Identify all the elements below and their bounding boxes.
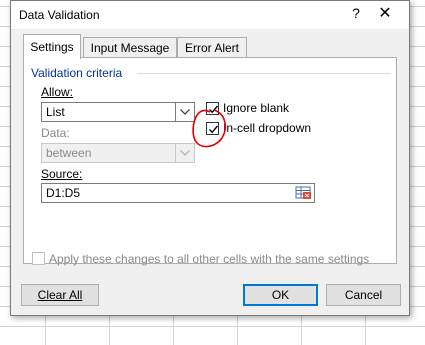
close-icon[interactable]: ✕ <box>375 3 395 23</box>
checkmark-icon <box>209 105 219 114</box>
allow-label: Allow: <box>41 85 74 99</box>
data-select: between <box>41 143 195 163</box>
in-cell-dropdown-checkbox[interactable] <box>206 122 219 135</box>
allow-select[interactable]: List <box>41 102 195 122</box>
allow-value: List <box>46 105 65 119</box>
range-selector-icon[interactable] <box>295 185 313 201</box>
tab-settings[interactable]: Settings <box>23 34 81 59</box>
help-icon[interactable]: ? <box>347 5 365 23</box>
data-value: between <box>46 146 92 160</box>
data-validation-dialog: Data Validation ? ✕ Settings Input Messa… <box>10 0 410 316</box>
title-bar: Data Validation ? ✕ <box>11 1 409 29</box>
apply-all-label: Apply these changes to all other cells w… <box>49 252 370 266</box>
checkmark-icon <box>209 125 219 134</box>
validation-criteria-label: Validation criteria <box>31 66 123 80</box>
clear-all-label: Clear All <box>37 288 83 302</box>
clear-all-button[interactable]: Clear All <box>21 284 99 306</box>
ignore-blank-checkbox[interactable] <box>206 102 219 115</box>
apply-all-checkbox <box>32 252 45 265</box>
dialog-title: Data Validation <box>19 8 100 22</box>
group-divider <box>137 73 391 74</box>
tab-input-message[interactable]: Input Message <box>83 37 177 58</box>
source-input[interactable]: D1:D5 <box>41 183 315 203</box>
tab-error-alert[interactable]: Error Alert <box>177 37 247 58</box>
ok-button[interactable]: OK <box>243 284 318 306</box>
chevron-down-icon <box>175 144 194 162</box>
source-label: Source: <box>41 167 83 181</box>
in-cell-dropdown-label[interactable]: In-cell dropdown <box>223 121 311 135</box>
source-value: D1:D5 <box>46 186 81 200</box>
cancel-button[interactable]: Cancel <box>326 284 401 306</box>
chevron-down-icon[interactable] <box>175 103 194 121</box>
data-label: Data: <box>41 126 70 140</box>
ignore-blank-label[interactable]: Ignore blank <box>223 101 289 115</box>
